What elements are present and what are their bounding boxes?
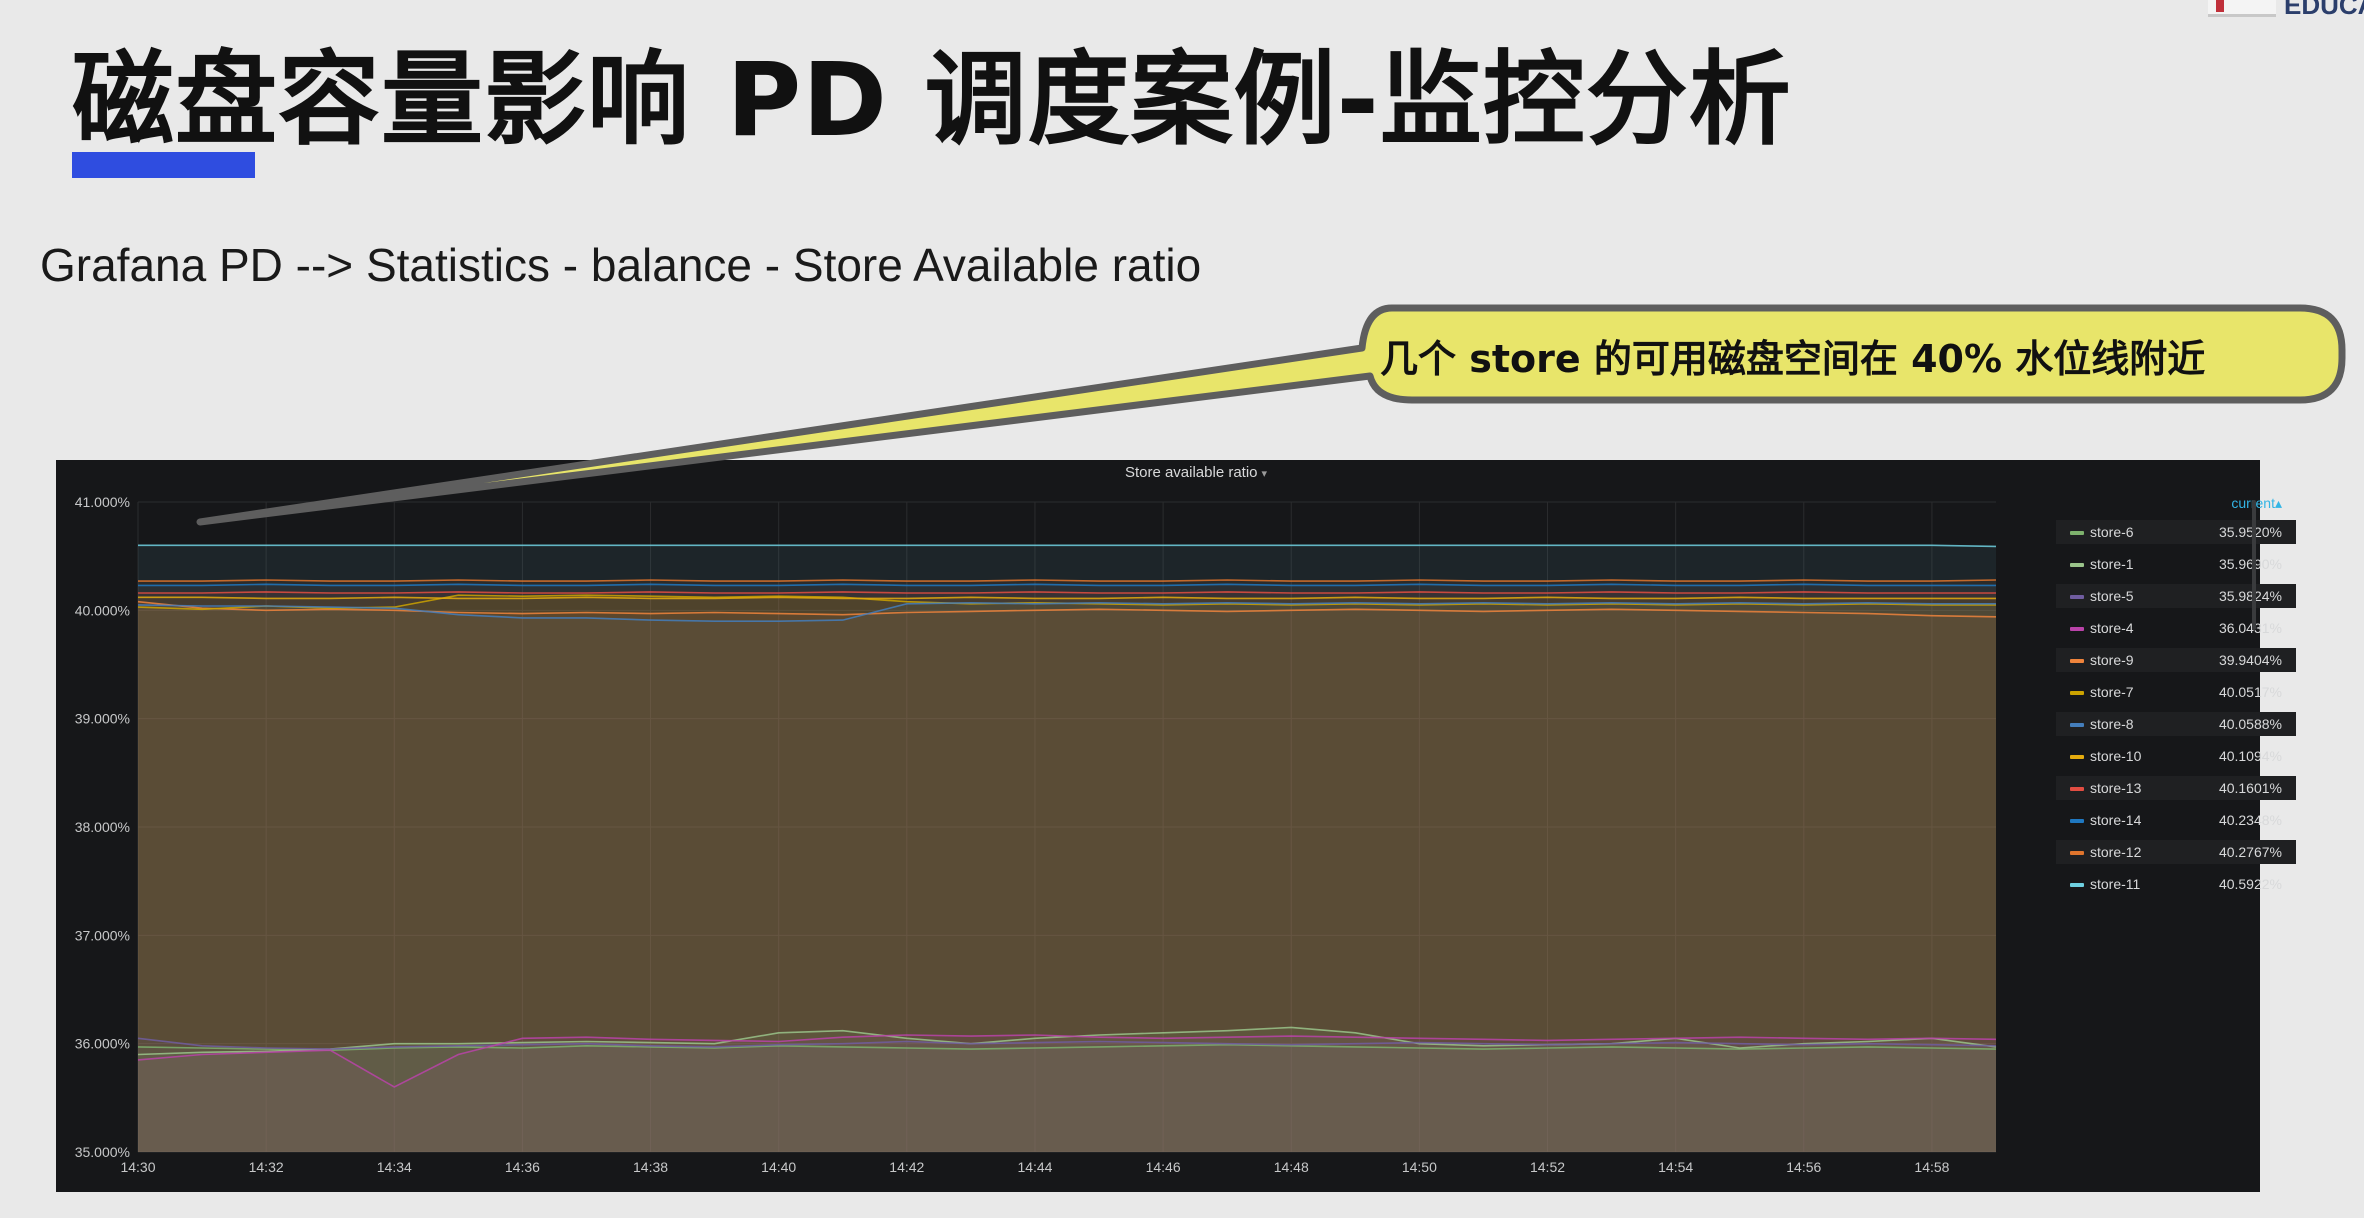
x-tick-label: 14:42 bbox=[889, 1159, 924, 1175]
callout-text: 几个 store 的可用磁盘空间在 40% 水位线附近 bbox=[1380, 337, 2206, 381]
slide-subtitle: Grafana PD --> Statistics - balance - St… bbox=[40, 239, 1202, 291]
legend-item[interactable]: store-4 36.0431% bbox=[2056, 616, 2296, 648]
y-tick-label: 40.000% bbox=[75, 602, 130, 618]
legend-item[interactable]: store-7 40.0517% bbox=[2056, 680, 2296, 712]
y-tick-label: 37.000% bbox=[75, 927, 130, 943]
x-tick-label: 14:46 bbox=[1146, 1159, 1181, 1175]
legend-item[interactable]: store-1 35.9690% bbox=[2056, 552, 2296, 584]
x-tick-label: 14:58 bbox=[1914, 1159, 1949, 1175]
slide-title: 磁盘容量影响 PD 调度案例-监控分析 bbox=[72, 41, 1792, 160]
legend-swatch[interactable] bbox=[2070, 531, 2084, 535]
logo-text: EDUCA bbox=[2284, 0, 2364, 20]
legend-swatch[interactable] bbox=[2070, 595, 2084, 599]
logo-badge-icon bbox=[2208, 0, 2276, 17]
legend-item[interactable]: store-5 35.9824% bbox=[2056, 584, 2296, 616]
legend-item[interactable]: store-9 39.9404% bbox=[2056, 648, 2296, 680]
legend-item[interactable]: store-13 40.1601% bbox=[2056, 776, 2296, 808]
legend-swatch[interactable] bbox=[2070, 691, 2084, 695]
legend-item[interactable]: store-10 40.1094% bbox=[2056, 744, 2296, 776]
legend-swatch[interactable] bbox=[2070, 787, 2084, 791]
legend-series-name[interactable]: store-5 bbox=[2090, 584, 2134, 608]
brand-logo: EDUCA bbox=[2184, 0, 2364, 24]
legend-current-value: 40.1601% bbox=[2218, 780, 2282, 796]
panel-title[interactable]: Store available ratio ▾ bbox=[56, 464, 2336, 481]
legend-current-value: 40.5922% bbox=[2218, 876, 2282, 892]
sort-asc-icon[interactable]: ▴ bbox=[2275, 495, 2282, 511]
x-tick-label: 14:32 bbox=[249, 1159, 284, 1175]
legend-series-name[interactable]: store-6 bbox=[2090, 520, 2134, 544]
y-tick-label: 35.000% bbox=[75, 1144, 130, 1160]
x-tick-label: 14:48 bbox=[1274, 1159, 1309, 1175]
chart-legend: current▴ store-635.9520%store-135.9690%s… bbox=[2056, 496, 2296, 904]
x-tick-label: 14:40 bbox=[761, 1159, 796, 1175]
legend-swatch[interactable] bbox=[2070, 723, 2084, 727]
y-tick-label: 38.000% bbox=[75, 819, 130, 835]
legend-header[interactable]: current▴ bbox=[2056, 496, 2296, 510]
legend-series-name[interactable]: store-11 bbox=[2090, 872, 2140, 896]
legend-series-name[interactable]: store-10 bbox=[2090, 744, 2141, 768]
legend-series-name[interactable]: store-1 bbox=[2090, 552, 2134, 576]
legend-item[interactable]: store-6 35.9520% bbox=[2056, 520, 2296, 552]
legend-series-name[interactable]: store-8 bbox=[2090, 712, 2134, 736]
legend-swatch[interactable] bbox=[2070, 755, 2084, 759]
legend-current-value: 40.1094% bbox=[2218, 748, 2282, 764]
legend-item[interactable]: store-14 40.2348% bbox=[2056, 808, 2296, 840]
legend-swatch[interactable] bbox=[2070, 851, 2084, 855]
legend-series-name[interactable]: store-4 bbox=[2090, 616, 2134, 640]
line-area-chart: 35.000% 36.000% 37.000% 38.000% 39.000% 40.00… bbox=[75, 494, 1997, 1175]
bookmark-icon bbox=[2216, 0, 2224, 12]
legend-item[interactable]: store-12 40.2767% bbox=[2056, 840, 2296, 872]
legend-series-name[interactable]: store-14 bbox=[2090, 808, 2141, 832]
legend-series-name[interactable]: store-9 bbox=[2090, 648, 2134, 672]
grafana-panel: 35.000% 36.000% 37.000% 38.000% 39.000% 40.00… bbox=[56, 460, 2296, 1192]
x-tick-label: 14:38 bbox=[633, 1159, 668, 1175]
x-tick-label: 14:36 bbox=[505, 1159, 540, 1175]
y-tick-label: 36.000% bbox=[75, 1036, 130, 1052]
legend-swatch[interactable] bbox=[2070, 659, 2084, 663]
legend-current-value: 35.9520% bbox=[2218, 524, 2282, 540]
legend-item[interactable]: store-8 40.0588% bbox=[2056, 712, 2296, 744]
x-tick-label: 14:56 bbox=[1786, 1159, 1821, 1175]
x-tick-label: 14:34 bbox=[377, 1159, 412, 1175]
legend-current-value: 39.9404% bbox=[2218, 652, 2282, 668]
legend-item[interactable]: store-11 40.5922% bbox=[2056, 872, 2296, 904]
legend-current-value: 40.2767% bbox=[2218, 844, 2282, 860]
panel-title-text[interactable]: Store available ratio bbox=[1125, 464, 1258, 481]
dropdown-caret-icon[interactable]: ▾ bbox=[1262, 468, 1268, 480]
x-tick-label: 14:54 bbox=[1658, 1159, 1693, 1175]
y-tick-label: 41.000% bbox=[75, 494, 130, 510]
legend-scrollbar[interactable] bbox=[2252, 500, 2256, 630]
legend-current-value: 36.0431% bbox=[2218, 620, 2282, 636]
legend-series-name[interactable]: store-12 bbox=[2090, 840, 2141, 864]
legend-current-value: 35.9824% bbox=[2218, 588, 2282, 604]
legend-current-value: 35.9690% bbox=[2218, 556, 2282, 572]
legend-swatch[interactable] bbox=[2070, 819, 2084, 823]
legend-current-value: 40.0517% bbox=[2218, 684, 2282, 700]
legend-series-name[interactable]: store-7 bbox=[2090, 680, 2134, 704]
x-tick-label: 14:52 bbox=[1530, 1159, 1565, 1175]
legend-current-value: 40.0588% bbox=[2218, 716, 2282, 732]
series-area-store-6 bbox=[138, 1044, 1996, 1152]
legend-swatch[interactable] bbox=[2070, 563, 2084, 567]
legend-series-name[interactable]: store-13 bbox=[2090, 776, 2141, 800]
title-accent-bar bbox=[72, 152, 255, 178]
x-tick-label: 14:44 bbox=[1017, 1159, 1052, 1175]
legend-swatch[interactable] bbox=[2070, 883, 2084, 887]
x-tick-label: 14:50 bbox=[1402, 1159, 1437, 1175]
legend-swatch[interactable] bbox=[2070, 627, 2084, 631]
y-tick-label: 39.000% bbox=[75, 711, 130, 727]
legend-current-value: 40.2348% bbox=[2218, 812, 2282, 828]
x-tick-label: 14:30 bbox=[120, 1159, 155, 1175]
